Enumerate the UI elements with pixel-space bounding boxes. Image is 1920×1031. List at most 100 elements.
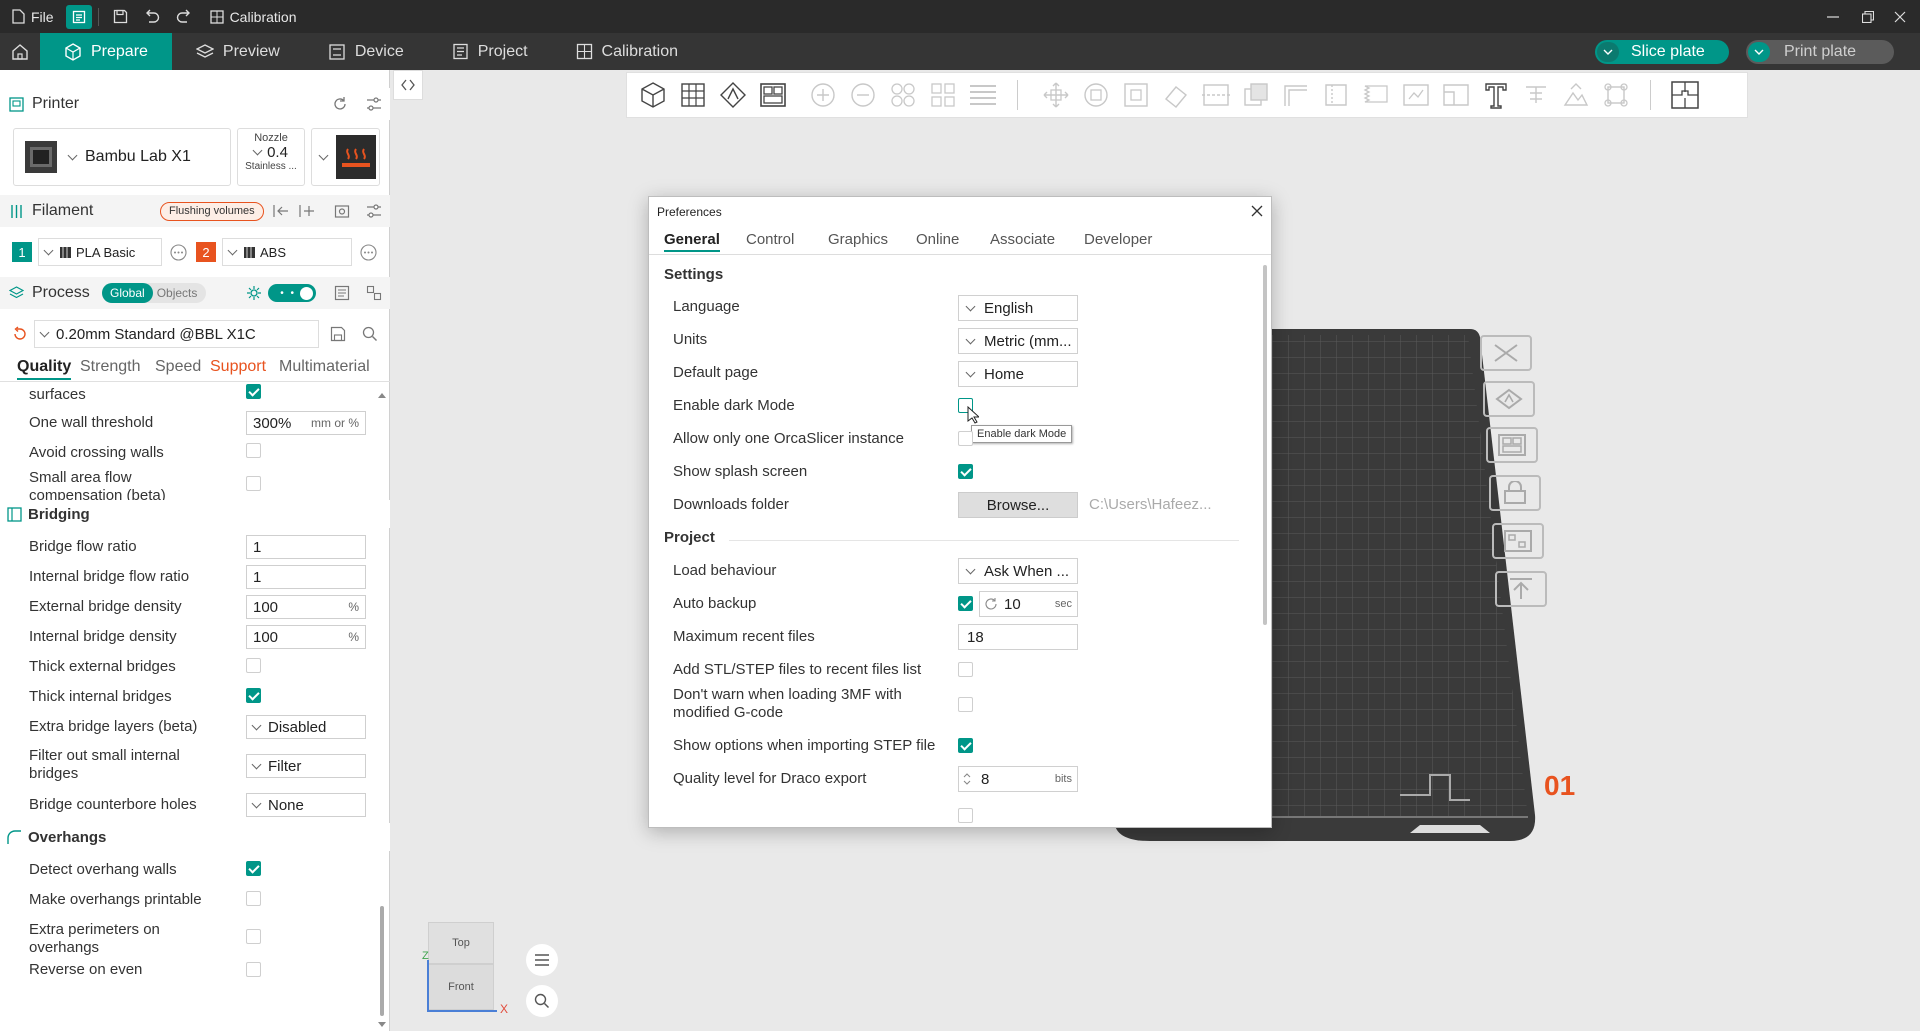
view-cube[interactable]: Top Front Z X — [422, 922, 510, 1016]
tab-prepare[interactable]: Prepare — [40, 33, 172, 70]
add-stl-checkbox[interactable] — [958, 662, 973, 677]
tab-quality[interactable]: Quality — [17, 358, 72, 380]
support-paint-tool[interactable] — [1276, 75, 1316, 115]
nozzle-selector[interactable]: Nozzle 0.4 Stainless ... — [237, 128, 305, 186]
objects-toggle-option[interactable]: Objects — [153, 286, 202, 300]
seam-paint-tool[interactable] — [1316, 75, 1356, 115]
scrollbar-thumb[interactable] — [380, 906, 384, 1016]
units-dropdown[interactable]: Metric (mm... — [958, 328, 1078, 354]
brim-ears-tool[interactable] — [1596, 75, 1636, 115]
measure-tool[interactable] — [1396, 75, 1436, 115]
tab-calibration[interactable]: Calibration — [552, 33, 702, 70]
settings-scrollbar[interactable] — [378, 392, 386, 1028]
slice-dropdown-toggle[interactable] — [1597, 42, 1619, 62]
tab-developer[interactable]: Developer — [1084, 231, 1152, 248]
bed-type-selector[interactable] — [311, 128, 380, 186]
max-recent-input[interactable]: 18 — [958, 624, 1078, 650]
internal-bridge-density-input[interactable]: 100 % — [246, 625, 366, 649]
zoom-in-button[interactable] — [803, 75, 843, 115]
filament-settings-icon[interactable] — [366, 203, 382, 219]
canvas-menu-button[interactable] — [526, 944, 558, 976]
tab-preview[interactable]: Preview — [172, 33, 304, 70]
filter-small-bridges-dropdown[interactable]: Filter — [246, 754, 366, 778]
add-plate-button[interactable] — [673, 75, 713, 115]
filament-sync-icon[interactable] — [273, 204, 289, 218]
svg-tool[interactable] — [1556, 75, 1596, 115]
process-preset-dropdown[interactable]: 0.20mm Standard @BBL X1C — [34, 320, 319, 348]
dont-warn-3mf-checkbox[interactable] — [958, 697, 973, 712]
print-plate-button[interactable]: Print plate — [1746, 40, 1894, 64]
language-dropdown[interactable]: English — [958, 295, 1078, 321]
add-object-button[interactable] — [633, 75, 673, 115]
slice-plate-button[interactable]: Slice plate — [1595, 40, 1729, 64]
redo-button[interactable] — [168, 0, 200, 33]
zoom-out-button[interactable] — [843, 75, 883, 115]
rotate-tool[interactable] — [1076, 75, 1116, 115]
arrange-plate-button[interactable] — [1486, 427, 1538, 463]
splash-checkbox[interactable] — [958, 464, 973, 479]
sidebar-toggle-button[interactable] — [65, 4, 92, 29]
tab-support[interactable]: Support — [210, 358, 266, 376]
file-menu[interactable]: File — [0, 0, 62, 33]
sync-icon[interactable] — [332, 96, 348, 112]
settings-scroll-area[interactable]: surfaces One wall threshold 300% mm or %… — [0, 383, 390, 1031]
close-window-button[interactable] — [1880, 0, 1920, 33]
fuzzy-skin-tool[interactable] — [1356, 75, 1396, 115]
thick-internal-bridges-checkbox[interactable] — [246, 688, 261, 703]
undo-button[interactable] — [136, 0, 168, 33]
view-front-face[interactable]: Front — [428, 964, 494, 1010]
lay-on-face-tool[interactable] — [1156, 75, 1196, 115]
detect-overhang-walls-checkbox[interactable] — [246, 861, 261, 876]
preferences-scrollbar[interactable] — [1263, 265, 1267, 625]
more-options-icon[interactable] — [360, 243, 377, 261]
canvas-search-button[interactable] — [526, 985, 558, 1017]
thick-external-bridges-checkbox[interactable] — [246, 658, 261, 673]
delete-plate-button[interactable] — [1480, 335, 1532, 371]
tab-project[interactable]: Project — [428, 33, 552, 70]
arrange-button[interactable] — [753, 75, 793, 115]
search-icon[interactable] — [362, 326, 378, 342]
tab-strength[interactable]: Strength — [80, 358, 140, 376]
home-button[interactable] — [0, 33, 40, 70]
auto-backup-checkbox[interactable] — [958, 596, 973, 611]
calibration-menu[interactable]: Calibration — [202, 0, 305, 33]
tab-control[interactable]: Control — [746, 231, 794, 248]
auto-backup-interval[interactable]: 10 sec — [979, 591, 1078, 617]
orient-plate-button[interactable] — [1483, 381, 1535, 417]
one-wall-threshold-input[interactable]: 300% mm or % — [246, 411, 366, 435]
global-objects-toggle[interactable]: Global Objects — [102, 283, 206, 303]
move-plate-top-button[interactable] — [1495, 571, 1547, 607]
split-objects-button[interactable] — [883, 75, 923, 115]
filament-slot-2[interactable]: 2 ABS — [196, 238, 381, 266]
one-instance-checkbox[interactable] — [958, 431, 973, 446]
avoid-crossing-walls-checkbox[interactable] — [246, 443, 261, 458]
browse-button[interactable]: Browse... — [958, 492, 1078, 518]
cut-tool[interactable] — [1196, 75, 1236, 115]
tab-online[interactable]: Online — [916, 231, 959, 248]
assembly-tool[interactable] — [1436, 75, 1476, 115]
printer-selector[interactable]: Bambu Lab X1 — [13, 128, 231, 186]
tab-associate[interactable]: Associate — [990, 231, 1055, 248]
extra-bridge-layers-dropdown[interactable]: Disabled — [246, 715, 366, 739]
tab-general[interactable]: General — [664, 231, 720, 252]
auto-orient-button[interactable] — [713, 75, 753, 115]
save-preset-icon[interactable] — [330, 326, 346, 342]
external-bridge-density-input[interactable]: 100 % — [246, 595, 366, 619]
ams-icon[interactable] — [334, 203, 350, 219]
make-overhangs-printable-checkbox[interactable] — [246, 891, 261, 906]
tab-speed[interactable]: Speed — [155, 358, 201, 376]
print-dropdown-toggle[interactable] — [1748, 42, 1770, 62]
tab-device[interactable]: Device — [304, 33, 428, 70]
filament-slot-1[interactable]: 1 PLA Basic — [12, 238, 197, 266]
view-top-face[interactable]: Top — [428, 922, 494, 964]
compare-icon[interactable] — [366, 285, 382, 301]
default-page-dropdown[interactable]: Home — [958, 361, 1078, 387]
emboss-tool[interactable] — [1516, 75, 1556, 115]
layers-edit-button[interactable] — [963, 75, 1003, 115]
text-tool[interactable] — [1476, 75, 1516, 115]
process-list-icon[interactable] — [334, 285, 350, 301]
lock-plate-button[interactable] — [1489, 475, 1541, 511]
partially-hidden-checkbox[interactable] — [958, 808, 973, 823]
minimize-button[interactable] — [1813, 0, 1853, 33]
collapse-sidebar-button[interactable] — [393, 70, 423, 100]
